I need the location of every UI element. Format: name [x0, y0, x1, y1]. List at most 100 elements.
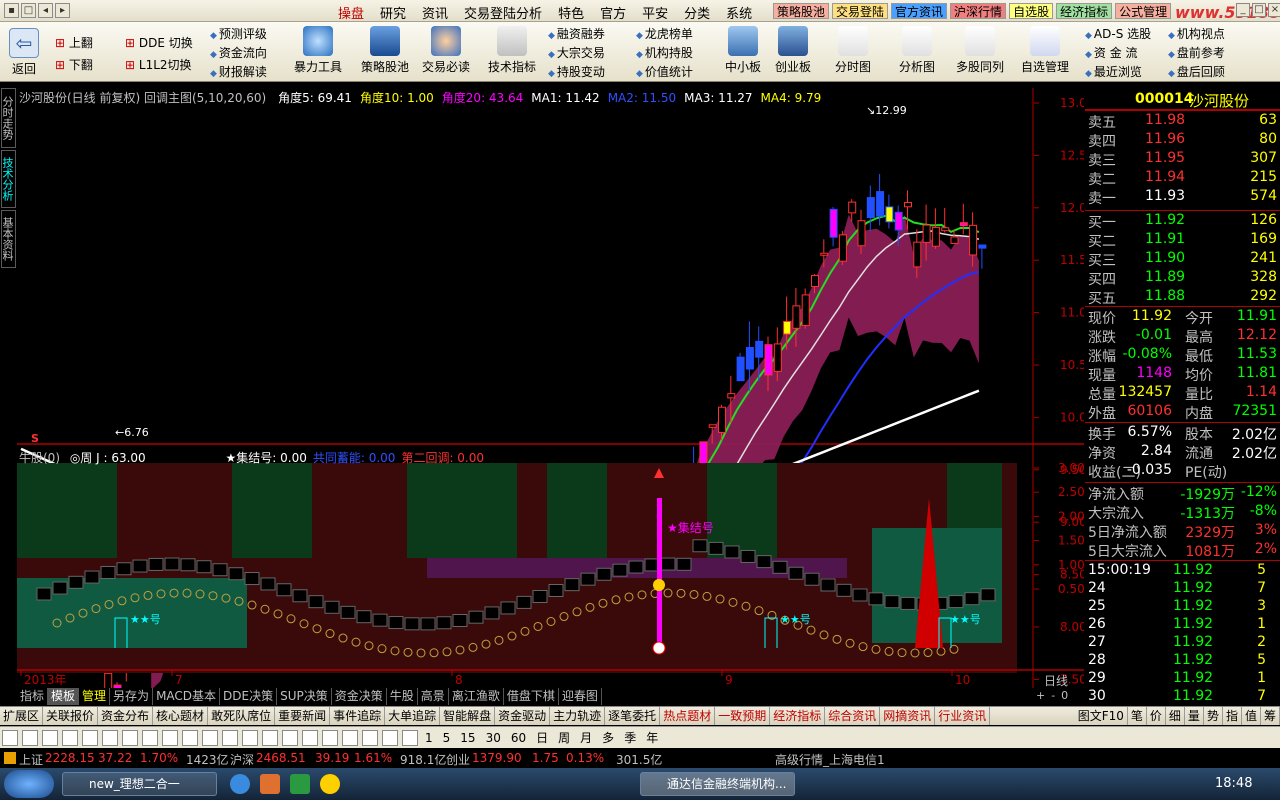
indicator-tab-5[interactable]: DDE决策	[220, 688, 278, 705]
start-button[interactable]	[4, 770, 54, 798]
indicator-tab-9[interactable]: 高景	[418, 688, 449, 705]
menu-item-6[interactable]: 平安	[634, 3, 676, 22]
top-tag-1[interactable]: 交易登陆	[832, 3, 889, 19]
bar-icon[interactable]	[142, 730, 158, 746]
function-tab-2[interactable]: 资金分布	[98, 707, 154, 725]
fullscreen-icon[interactable]: □	[21, 3, 36, 18]
f10-icon[interactable]	[162, 730, 178, 746]
ads-item-0[interactable]: AD-S 选股	[1085, 26, 1151, 45]
f6-icon[interactable]	[242, 730, 258, 746]
menu-item-3[interactable]: 交易登陆分析	[456, 3, 550, 22]
inst-item-1[interactable]: 盘前参考	[1168, 45, 1225, 64]
period-9[interactable]: 季	[621, 730, 639, 746]
function-tab-11[interactable]: 逐笔委托	[605, 707, 661, 725]
menu-item-2[interactable]: 资讯	[414, 3, 456, 22]
function-tab-16[interactable]: 网摘资讯	[880, 707, 936, 725]
page-down-button[interactable]: ⊞ 下翻	[55, 54, 93, 76]
excel-icon[interactable]	[290, 774, 310, 794]
tool-3[interactable]: 技术指标	[480, 26, 544, 75]
back-icon[interactable]: ◂	[38, 3, 53, 18]
l1l2-switch-button[interactable]: ⊞ L1L2切换	[125, 54, 193, 76]
home-icon[interactable]	[2, 730, 18, 746]
tool2-5[interactable]: 自选管理	[1013, 26, 1077, 75]
kline-chart[interactable]: 2013年 7 8 9 10	[17, 88, 1034, 688]
menu-item-1[interactable]: 研究	[372, 3, 414, 22]
function-tab-15[interactable]: 综合资讯	[825, 707, 881, 725]
line-icon[interactable]	[122, 730, 138, 746]
function-tab-4[interactable]: 敢死队席位	[208, 707, 276, 725]
rsi-icon[interactable]	[302, 730, 318, 746]
tool2-1[interactable]: 创业板	[761, 26, 825, 75]
tool-2[interactable]: 交易必读	[414, 26, 478, 75]
right-icon[interactable]	[82, 730, 98, 746]
margin-item-1[interactable]: 大宗交易	[548, 45, 605, 64]
menu-item-7[interactable]: 分类	[676, 3, 718, 22]
function-tab-9[interactable]: 资金驱动	[495, 707, 551, 725]
top-tag-4[interactable]: 自选股	[1009, 3, 1054, 19]
margin-item-0[interactable]: 融资融券	[548, 26, 605, 45]
forecast-item-0[interactable]: 预测评级	[210, 26, 267, 45]
quote-tab-7[interactable]: 值	[1242, 707, 1261, 725]
indicator-tab-2[interactable]: 管理	[79, 688, 111, 705]
quote-tab-8[interactable]: 筹	[1261, 707, 1280, 725]
function-tab-3[interactable]: 核心题材	[153, 707, 209, 725]
top-tag-6[interactable]: 公式管理	[1115, 3, 1172, 19]
tab-technical[interactable]: 技术分析	[1, 150, 16, 208]
tool-1[interactable]: 策略股池	[353, 26, 417, 75]
ads-item-2[interactable]: 最近浏览	[1085, 64, 1151, 83]
quote-tab-2[interactable]: 价	[1147, 707, 1166, 725]
function-tab-17[interactable]: 行业资讯	[935, 707, 991, 725]
tab-intraday[interactable]: 分时走势	[1, 88, 16, 148]
period-7[interactable]: 月	[577, 730, 595, 746]
dragon-item-1[interactable]: 机构持股	[636, 45, 693, 64]
period-3[interactable]: 30	[483, 730, 504, 746]
top-tag-0[interactable]: 策略股池	[773, 3, 830, 19]
period-6[interactable]: 周	[555, 730, 573, 746]
inst-item-0[interactable]: 机构视点	[1168, 26, 1225, 45]
menu-item-8[interactable]: 系统	[718, 3, 760, 22]
inst-item-2[interactable]: 盘后回顾	[1168, 64, 1225, 83]
up-icon[interactable]	[22, 730, 38, 746]
indicator-tab-7[interactable]: 资金决策	[332, 688, 387, 705]
forecast-item-1[interactable]: 资金流向	[210, 45, 267, 64]
top-tag-2[interactable]: 官方资讯	[891, 3, 948, 19]
function-tab-8[interactable]: 智能解盘	[440, 707, 496, 725]
period-0[interactable]: 1	[422, 730, 436, 746]
quote-tab-5[interactable]: 势	[1204, 707, 1223, 725]
down-icon[interactable]	[42, 730, 58, 746]
back-button[interactable]: ⇦ 返回	[6, 28, 42, 77]
indicator-tab-8[interactable]: 牛股	[387, 688, 418, 705]
draw-icon[interactable]	[282, 730, 298, 746]
function-tab-6[interactable]: 事件追踪	[330, 707, 386, 725]
ads-item-1[interactable]: 资 金 流	[1085, 45, 1151, 64]
indicator-tab-0[interactable]: 指标	[17, 688, 49, 705]
period-4[interactable]: 60	[508, 730, 529, 746]
period-2[interactable]: 15	[457, 730, 478, 746]
task-new[interactable]: new_理想二合一	[62, 772, 217, 796]
indicator-tab-11[interactable]: 借盘下棋	[504, 688, 559, 705]
qq-icon[interactable]	[320, 774, 340, 794]
function-tab-12[interactable]: 热点题材	[660, 707, 716, 725]
ie-icon[interactable]	[230, 774, 250, 794]
menu-item-0[interactable]: 操盘	[330, 3, 372, 22]
function-tab-5[interactable]: 重要新闻	[275, 707, 331, 725]
function-tab-7[interactable]: 大单追踪	[385, 707, 441, 725]
period-5[interactable]: 日	[533, 730, 551, 746]
function-tab-1[interactable]: 关联报价	[43, 707, 99, 725]
quote-tab-3[interactable]: 细	[1166, 707, 1185, 725]
quote-tab-0[interactable]: 图文F10	[1075, 707, 1128, 725]
close-icon[interactable]: ×	[1268, 3, 1280, 17]
function-tab-10[interactable]: 主力轨迹	[550, 707, 606, 725]
grid-icon[interactable]	[262, 730, 278, 746]
tile-icon[interactable]	[402, 730, 418, 746]
quote-tab-6[interactable]: 指	[1223, 707, 1242, 725]
period-1[interactable]: 5	[440, 730, 454, 746]
forward-icon[interactable]: ▸	[55, 3, 70, 18]
f2-icon[interactable]	[202, 730, 218, 746]
function-tab-0[interactable]: 扩展区	[0, 707, 44, 725]
dde-switch-button[interactable]: ⊞ DDE 切换	[125, 32, 193, 54]
quote-tab-1[interactable]: 笔	[1128, 707, 1147, 725]
period-10[interactable]: 年	[643, 730, 661, 746]
top-tag-5[interactable]: 经济指标	[1056, 3, 1113, 19]
indicator-tab-4[interactable]: MACD基本	[153, 688, 221, 705]
